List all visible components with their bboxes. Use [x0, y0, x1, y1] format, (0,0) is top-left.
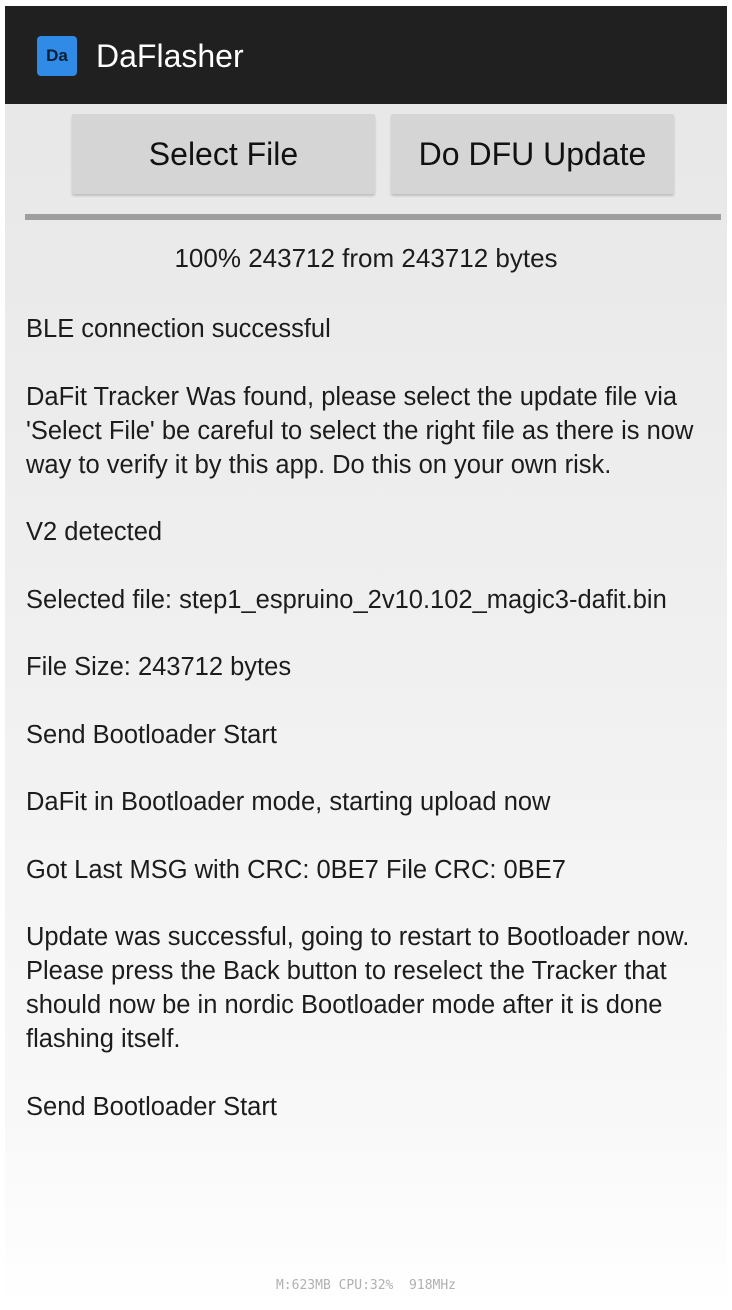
progress-text: 100% 243712 from 243712 bytes — [174, 243, 558, 273]
log-output: BLE connection successful DaFit Tracker … — [26, 312, 726, 1157]
log-entry: V2 detected — [26, 518, 163, 546]
log-entry: File Size: 243712 bytes — [26, 653, 292, 681]
select-file-button[interactable]: Select File — [72, 114, 375, 194]
system-status-overlay: M:623MB CPU:32% 918MHz — [275, 1278, 456, 1293]
upload-progress-bar — [25, 214, 721, 220]
progress-bar-fill — [25, 214, 721, 220]
dfu-update-button[interactable]: Do DFU Update — [391, 114, 674, 194]
log-entry: Send Bootloader Start — [26, 720, 277, 749]
log-entry: Send Bootloader Start — [26, 1092, 277, 1121]
log-entry: Update was successful, going to restart … — [26, 923, 690, 1053]
action-bar: Da DaFlasher — [5, 6, 727, 104]
log-entry: DaFit in Bootloader mode, starting uploa… — [26, 788, 551, 816]
app-title: DaFlasher — [96, 38, 244, 74]
log-entry: BLE connection successful — [26, 315, 331, 343]
log-entry: Got Last MSG with CRC: 0BE7 File CRC: 0B… — [26, 855, 566, 884]
app-window: Da DaFlasher Select File Do DFU Update 1… — [5, 6, 727, 1310]
app-logo-icon: Da — [37, 36, 77, 76]
log-entry: DaFit Tracker Was found, please select t… — [26, 382, 694, 479]
log-entry: Selected file: step1_espruino_2v10.102_m… — [26, 585, 667, 614]
